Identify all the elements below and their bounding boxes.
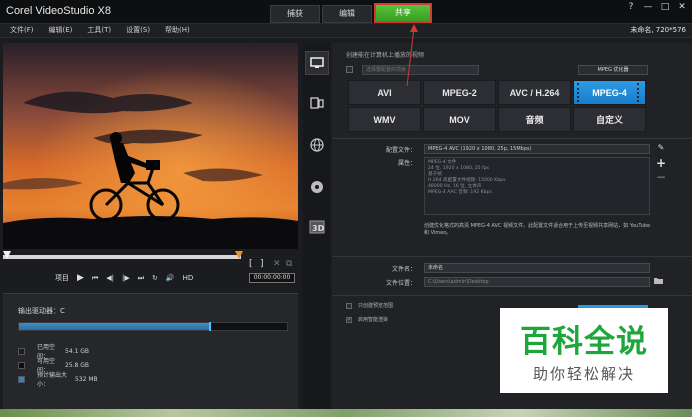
drive-capacity-bar — [18, 322, 288, 331]
menu-tools[interactable]: 工具(T) — [87, 25, 111, 35]
mode-tabs: 捕获 编辑 共享 — [270, 3, 434, 24]
play-icon[interactable]: ▶ — [77, 273, 84, 283]
project-label[interactable]: 项目 — [55, 273, 69, 283]
mark-out-icon[interactable]: ] — [260, 259, 264, 269]
annotation-arrow — [406, 24, 418, 87]
location-label: 文件位置： — [385, 280, 416, 287]
divider — [332, 138, 692, 139]
smart-render-checkbox[interactable]: ✓ — [346, 316, 352, 323]
minimize-icon[interactable]: — — [642, 2, 654, 12]
timeline-scrubber[interactable] — [3, 255, 241, 259]
legend-value: 25.8 GB — [65, 361, 90, 369]
preview-window[interactable] — [3, 43, 298, 249]
legend-swatch — [18, 375, 25, 383]
project-info: 未命名, 720*576 — [630, 26, 686, 34]
format-wmv[interactable]: WMV — [348, 107, 421, 132]
filename-input[interactable]: 未命名 — [424, 263, 650, 273]
profile-label: 配置文件： — [385, 147, 416, 154]
format-mov[interactable]: MOV — [423, 107, 496, 132]
tab-share[interactable]: 共享 — [374, 3, 432, 23]
location-input[interactable]: C:\Users\admin\Desktop — [424, 277, 650, 287]
close-icon[interactable]: ✕ — [676, 2, 688, 12]
watermark: 百科全说 助你轻松解决 — [500, 308, 668, 393]
legend-value: 54.1 GB — [65, 347, 90, 355]
tab-edit[interactable]: 编辑 — [322, 5, 372, 23]
disc-icon[interactable] — [305, 175, 329, 199]
legend-estimate: 预计输出大小： 532 MB — [18, 370, 98, 388]
maximize-icon[interactable]: □ — [659, 2, 671, 12]
repeat-icon[interactable]: ↻ — [152, 274, 158, 282]
enlarge-icon[interactable]: ⧉ — [286, 259, 292, 269]
title-bar: Corel VideoStudio X8 捕获 编辑 共享 ? — □ ✕ — [0, 0, 692, 24]
trim-end-marker[interactable] — [235, 251, 243, 259]
divider — [332, 256, 692, 257]
format-avc-h264[interactable]: AVC / H.264 — [498, 80, 571, 105]
window-controls: ? — □ ✕ — [625, 2, 688, 12]
plus-icon[interactable]: + — [656, 156, 666, 170]
format-custom[interactable]: 自定义 — [573, 107, 646, 132]
properties-label: 属性： — [397, 160, 416, 167]
format-grid: AVI MPEG-2 AVC / H.264 MPEG-4 WMV MOV 音频… — [348, 80, 648, 134]
globe-icon[interactable] — [305, 133, 329, 157]
computer-icon[interactable] — [305, 51, 329, 75]
menu-settings[interactable]: 设置(S) — [126, 25, 150, 35]
mpeg-optimizer-button[interactable]: MPEG 优化器 — [578, 65, 648, 75]
desktop-strip — [0, 409, 692, 417]
minus-icon[interactable]: − — [656, 170, 666, 184]
preview-range-checkbox[interactable] — [346, 302, 352, 309]
hd-toggle[interactable]: HD — [183, 274, 194, 282]
menu-file[interactable]: 文件(F) — [10, 25, 34, 35]
menu-edit[interactable]: 编辑(E) — [49, 25, 73, 35]
used-space-fill — [19, 323, 210, 330]
menu-help[interactable]: 帮助(H) — [165, 25, 190, 35]
estimated-output-marker — [209, 322, 212, 331]
menu-items: 文件(F) 编辑(E) 工具(T) 设置(S) 帮助(H) — [10, 25, 190, 35]
legend-label: 预计输出大小： — [37, 372, 68, 388]
playback-controls: 项目 ▶ ⏮ ◀| |▶ ⏭ ↻ 🔊 HD — [55, 272, 193, 284]
drive-panel: 输出驱动器：C 已用空间： 54.1 GB 可用空间： 25.8 GB 预计输出… — [3, 293, 298, 417]
option-smart-render[interactable]: ✓ 启用智能渲染 — [346, 316, 388, 323]
menu-bar: 文件(F) 编辑(E) 工具(T) 设置(S) 帮助(H) 未命名, 720*5… — [0, 24, 692, 38]
preview-frame — [3, 43, 298, 249]
3d-icon[interactable]: 3D — [305, 215, 329, 239]
svg-text:3D: 3D — [312, 224, 325, 233]
folder-icon[interactable] — [654, 277, 663, 286]
option-preview-range[interactable]: 只创建预览范围 — [346, 302, 393, 309]
filename-label: 文件名： — [391, 266, 416, 273]
cut-icon[interactable]: ✕ — [273, 259, 281, 269]
format-audio[interactable]: 音频 — [498, 107, 571, 132]
format-mpeg4[interactable]: MPEG-4 — [573, 80, 646, 105]
timecode-display[interactable]: 00:00:00:00 — [249, 273, 295, 283]
profile-dropdown[interactable]: MPEG-4 AVC (1920 x 1080, 25p, 15Mbps) — [424, 144, 650, 154]
pencil-icon[interactable]: ✎ — [656, 143, 666, 152]
watermark-sub: 助你轻松解决 — [532, 365, 635, 383]
trim-start-marker[interactable] — [3, 251, 11, 259]
prev-frame-icon[interactable]: ◀| — [106, 274, 114, 282]
next-frame-icon[interactable]: |▶ — [122, 274, 130, 282]
end-icon[interactable]: ⏭ — [138, 274, 144, 283]
device-icon[interactable] — [305, 91, 329, 115]
mark-in-icon[interactable]: [ — [249, 259, 253, 269]
volume-icon[interactable]: 🔊 — [166, 274, 175, 282]
legend-swatch — [18, 361, 25, 369]
legend-swatch — [18, 347, 25, 355]
option-label: 只创建预览范围 — [358, 303, 394, 309]
profile-description: 创建优化格式的高清 MPEG-4 AVC 视频文件。此配置文件适合用于上传至视频… — [424, 223, 651, 236]
home-icon[interactable]: ⏮ — [92, 274, 98, 283]
format-mpeg2[interactable]: MPEG-2 — [423, 80, 496, 105]
legend-value: 532 MB — [75, 375, 98, 383]
app-title: Corel VideoStudio X8 — [6, 5, 111, 17]
divider — [332, 295, 692, 296]
share-category-column: 3D — [303, 43, 330, 417]
project-checkbox[interactable] — [346, 66, 353, 73]
help-icon[interactable]: ? — [625, 2, 637, 12]
option-label: 启用智能渲染 — [358, 317, 389, 323]
watermark-main: 百科全说 — [520, 324, 648, 360]
output-drive-label: 输出驱动器：C — [18, 307, 65, 315]
properties-box: MPEG-4 文件 24 位, 1920 x 1080, 25 fps 基于帧 … — [424, 157, 650, 215]
tab-capture[interactable]: 捕获 — [270, 5, 320, 23]
property-line: MPEG-4 AAC 音频: 192 Kbps — [428, 190, 492, 195]
